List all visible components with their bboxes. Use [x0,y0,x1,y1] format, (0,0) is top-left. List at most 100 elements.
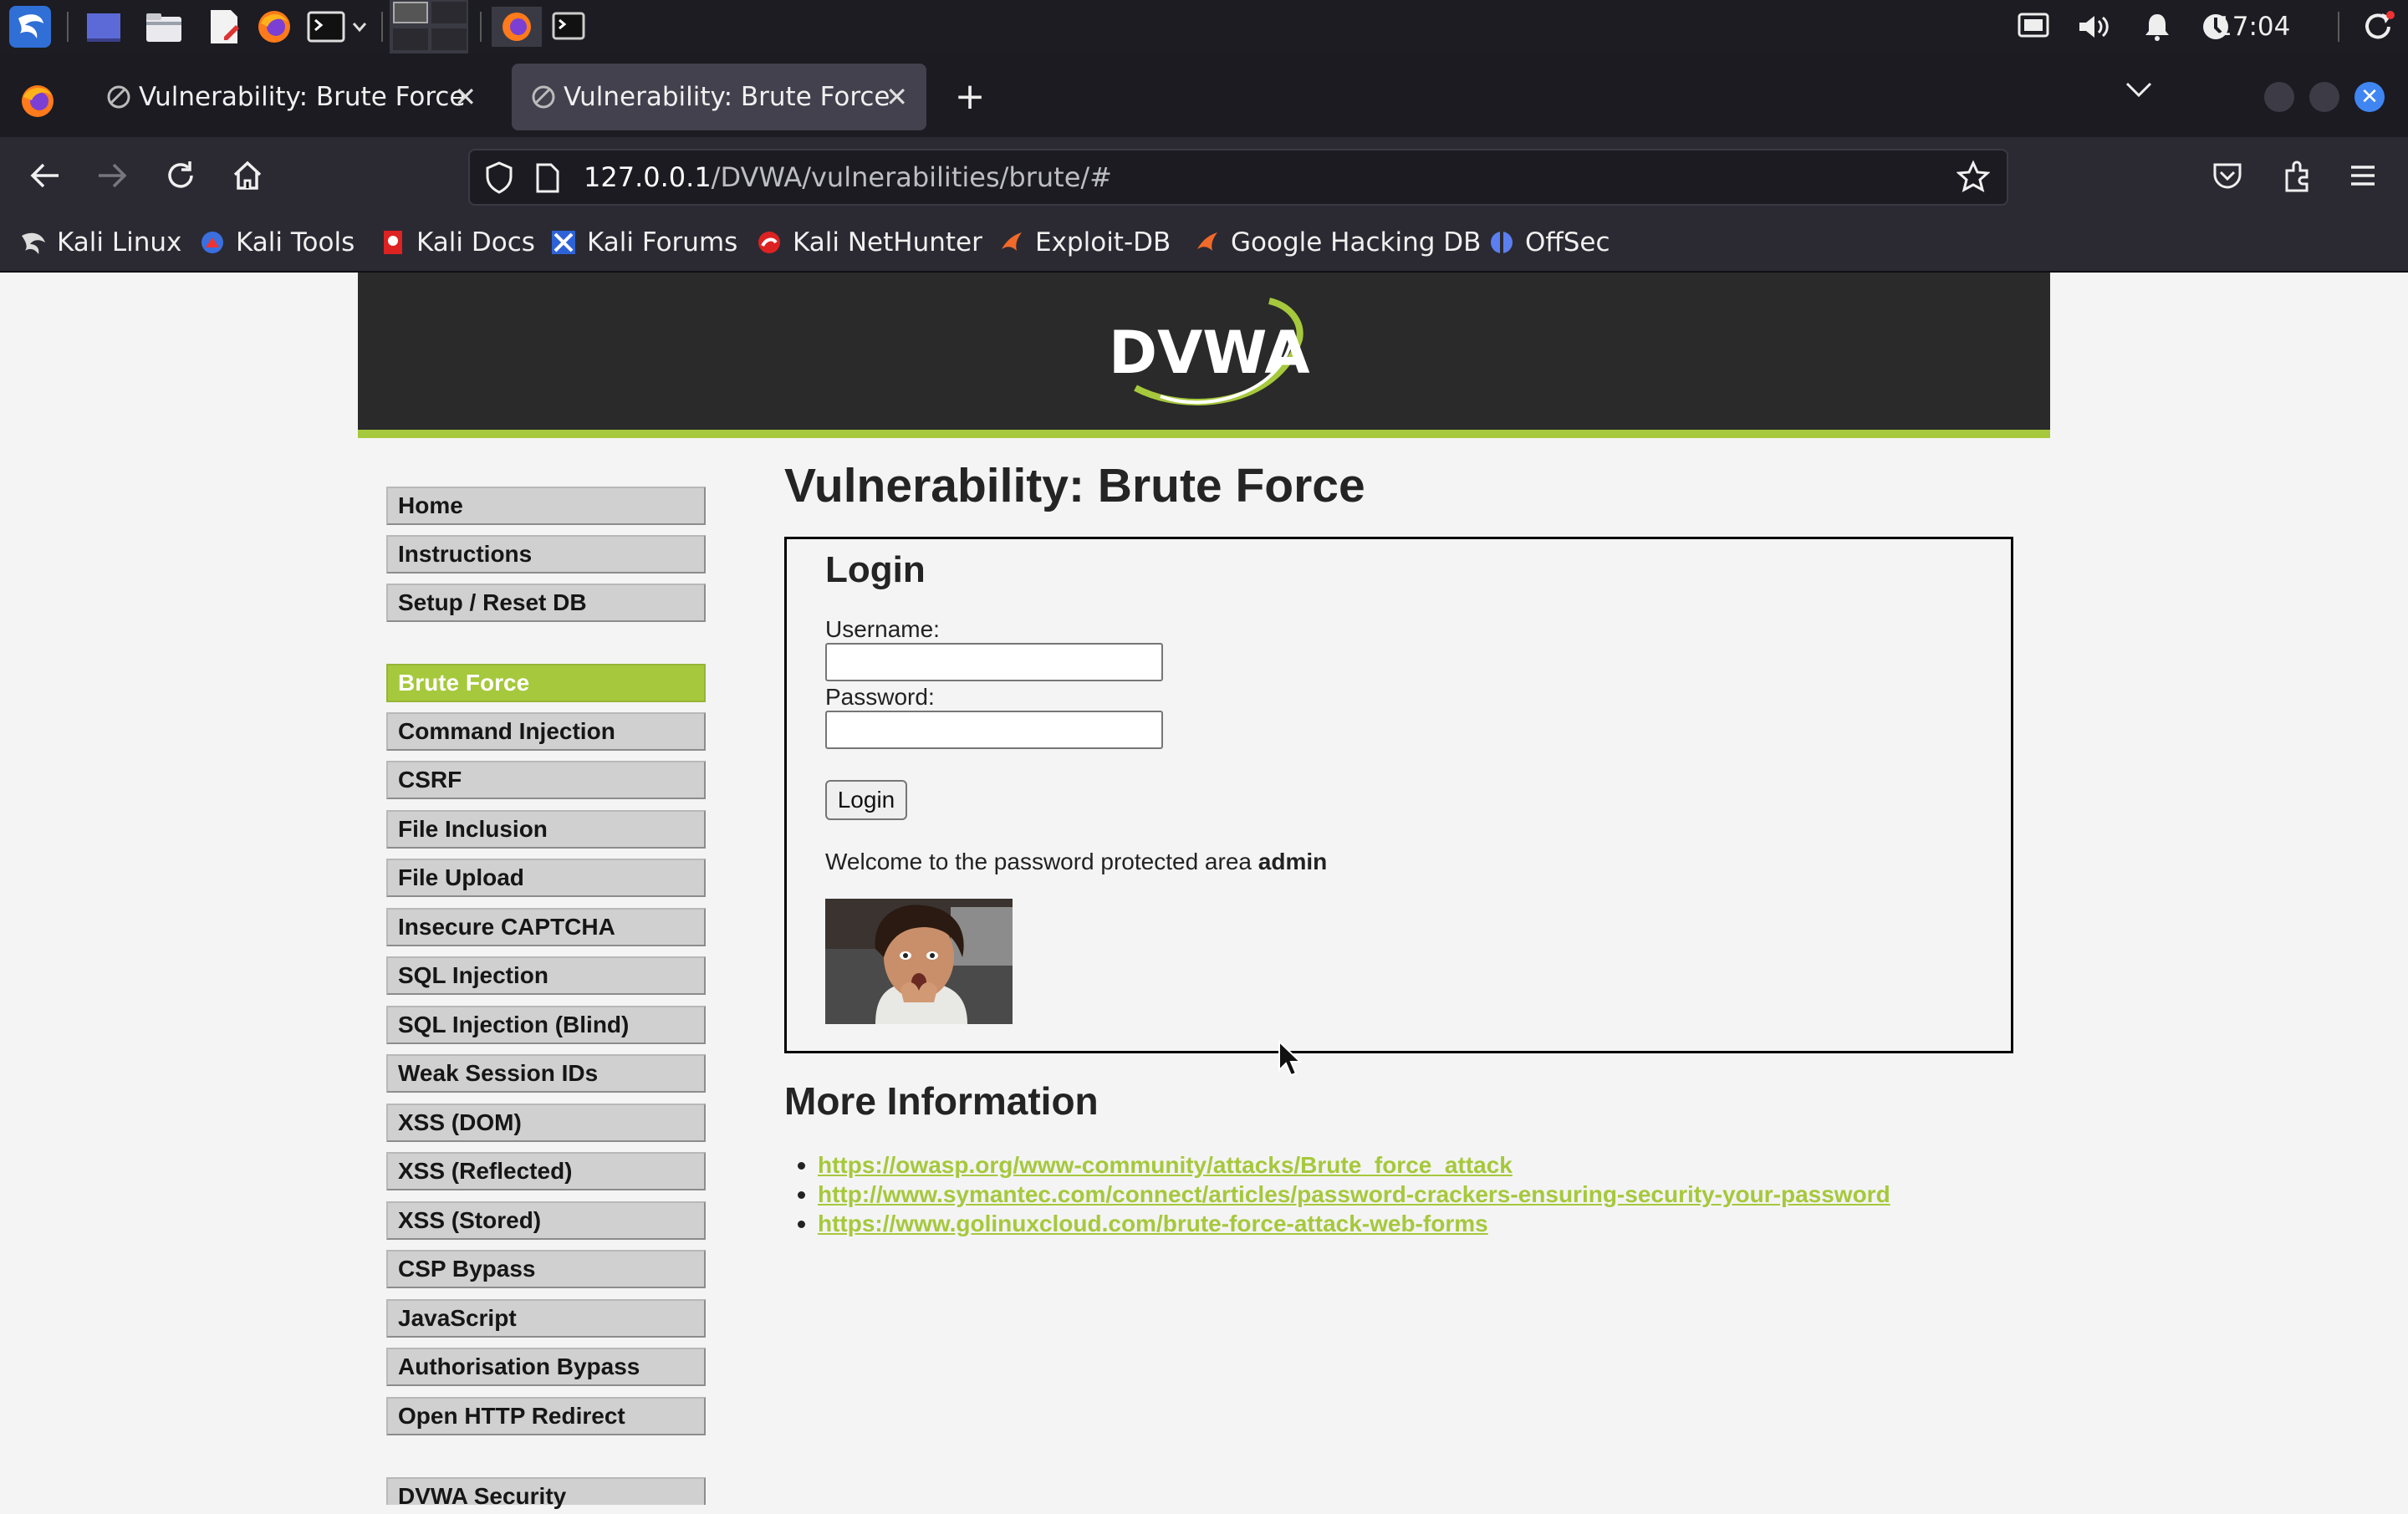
forward-icon[interactable] [89,152,135,199]
power-icon[interactable] [2358,7,2400,47]
menu-item-file-upload[interactable]: File Upload [386,859,706,897]
tab-brute-force-2[interactable]: Vulnerability: Brute Force ✕ [512,64,926,130]
page-icon[interactable] [533,162,562,194]
bookmark-label: OffSec [1525,227,1610,257]
bookmark-kali-docs[interactable]: Kali Docs [380,214,535,271]
exploit-db-icon [1002,232,1022,251]
dvwa-favicon-icon [107,85,130,109]
text-editor-icon[interactable] [201,7,247,47]
link-symantec-password-crackers[interactable]: http://www.symantec.com/connect/articles… [818,1181,1890,1207]
welcome-username: admin [1258,849,1328,874]
close-tab-icon[interactable]: ✕ [454,81,477,113]
page-title: Vulnerability: Brute Force [784,459,1365,512]
list-all-tabs-icon[interactable] [2124,80,2154,104]
more-information-heading: More Information [784,1079,1099,1123]
kali-dragon-icon [22,232,45,254]
firefox-icon[interactable] [492,7,542,47]
list-item: https://owasp.org/www-community/attacks/… [798,1150,1890,1180]
bookmark-kali-nethunter[interactable]: Kali NetHunter [756,214,982,271]
list-item: http://www.symantec.com/connect/articles… [798,1180,1890,1209]
menu-item-javascript[interactable]: JavaScript [386,1299,706,1338]
taskbar-separator [480,12,482,42]
bookmark-label: Kali NetHunter [793,227,982,257]
dvwa-header: DVWA [358,273,2050,430]
bookmark-label: Kali Linux [57,227,182,257]
mouse-cursor-icon [1278,1040,1303,1077]
pocket-icon[interactable] [2204,152,2251,199]
menu-item-instructions[interactable]: Instructions [386,535,706,573]
bookmark-offsec[interactable]: OffSec [1488,214,1610,271]
google-hacking-db-icon [1197,232,1217,251]
password-field[interactable] [825,711,1163,749]
url-host: 127.0.0.1 [584,161,712,193]
desktop-icon[interactable] [80,7,127,47]
monitor-icon[interactable] [2013,7,2053,47]
url-bar[interactable]: 127.0.0.1/DVWA/vulnerabilities/brute/# [468,149,2008,206]
kali-dragon-icon[interactable] [5,6,55,48]
user-avatar-image [825,899,1013,1024]
menu-item-setup-reset-db[interactable]: Setup / Reset DB [386,584,706,622]
menu-item-brute-force[interactable]: Brute Force [386,664,706,702]
kali-forums-icon [552,231,575,254]
url-text[interactable]: 127.0.0.1/DVWA/vulnerabilities/brute/# [584,150,1112,204]
menu-item-csrf[interactable]: CSRF [386,761,706,799]
tab-title: Vulnerability: Brute Force [564,82,890,112]
star-icon[interactable] [1956,161,1990,194]
menu-item-open-http-redirect[interactable]: Open HTTP Redirect [386,1397,706,1435]
extensions-icon[interactable] [2273,152,2319,199]
page-viewport: DVWA Home Instructions Setup / Reset DB … [0,273,2408,1509]
menu-item-authorisation-bypass[interactable]: Authorisation Bypass [386,1348,706,1386]
menu-icon[interactable] [2339,152,2386,199]
browser-tab-strip: Vulnerability: Brute Force ✕ Vulnerabili… [0,54,2408,137]
menu-item-command-injection[interactable]: Command Injection [386,712,706,751]
bookmark-kali-tools[interactable]: Kali Tools [199,214,355,271]
menu-item-sql-injection-blind[interactable]: SQL Injection (Blind) [386,1006,706,1044]
menu-item-sql-injection[interactable]: SQL Injection [386,956,706,995]
minimize-icon[interactable] [2264,82,2294,112]
menu-item-weak-session-ids[interactable]: Weak Session IDs [386,1054,706,1093]
reload-icon[interactable] [157,152,204,199]
bookmark-exploit-db[interactable]: Exploit-DB [998,214,1171,271]
bookmark-label: Kali Tools [236,227,355,257]
bookmark-label: Kali Docs [416,227,535,257]
username-label: Username: [825,616,940,642]
tab-brute-force-1[interactable]: Vulnerability: Brute Force ✕ [87,64,495,130]
maximize-icon[interactable] [2309,82,2339,112]
new-tab-icon[interactable]: + [946,74,993,120]
menu-item-xss-stored[interactable]: XSS (Stored) [386,1201,706,1240]
menu-item-home[interactable]: Home [386,487,706,525]
login-button[interactable]: Login [825,780,907,820]
link-golinuxcloud-brute-force[interactable]: https://www.golinuxcloud.com/brute-force… [818,1211,1488,1236]
chevron-down-icon[interactable] [349,7,370,47]
menu-item-insecure-captcha[interactable]: Insecure CAPTCHA [386,908,706,946]
bookmark-google-hacking-db[interactable]: Google Hacking DB [1194,214,1481,271]
menu-item-csp-bypass[interactable]: CSP Bypass [386,1250,706,1288]
terminal-icon[interactable] [545,7,592,47]
menu-item-file-inclusion[interactable]: File Inclusion [386,810,706,849]
link-owasp-brute-force[interactable]: https://owasp.org/www-community/attacks/… [818,1152,1513,1178]
volume-icon[interactable] [2074,7,2114,47]
taskbar-separator [381,12,383,42]
close-window-icon[interactable]: ✕ [2354,82,2385,112]
home-icon[interactable] [224,152,271,199]
back-icon[interactable] [22,152,69,199]
dvwa-container: DVWA Home Instructions Setup / Reset DB … [358,273,2050,1509]
bell-icon[interactable] [2137,7,2177,47]
shield-icon[interactable] [483,161,515,194]
bookmark-kali-forums[interactable]: Kali Forums [550,214,737,271]
menu-item-dvwa-security[interactable]: DVWA Security [386,1477,706,1509]
menu-item-xss-reflected[interactable]: XSS (Reflected) [386,1152,706,1190]
username-field[interactable] [825,643,1163,681]
navigation-bar: 127.0.0.1/DVWA/vulnerabilities/brute/# [0,137,2408,214]
workspace-switcher-icon[interactable] [390,0,468,54]
firefox-view-icon[interactable] [18,82,57,124]
terminal-icon[interactable] [303,7,349,47]
login-heading: Login [825,549,926,590]
list-item: https://www.golinuxcloud.com/brute-force… [798,1209,1890,1238]
firefox-icon[interactable] [251,7,298,47]
bookmark-kali-linux[interactable]: Kali Linux [20,214,181,271]
file-manager-icon[interactable] [140,7,187,47]
menu-item-xss-dom[interactable]: XSS (DOM) [386,1104,706,1142]
taskbar-separator [2338,12,2339,42]
close-tab-icon[interactable]: ✕ [885,81,908,113]
